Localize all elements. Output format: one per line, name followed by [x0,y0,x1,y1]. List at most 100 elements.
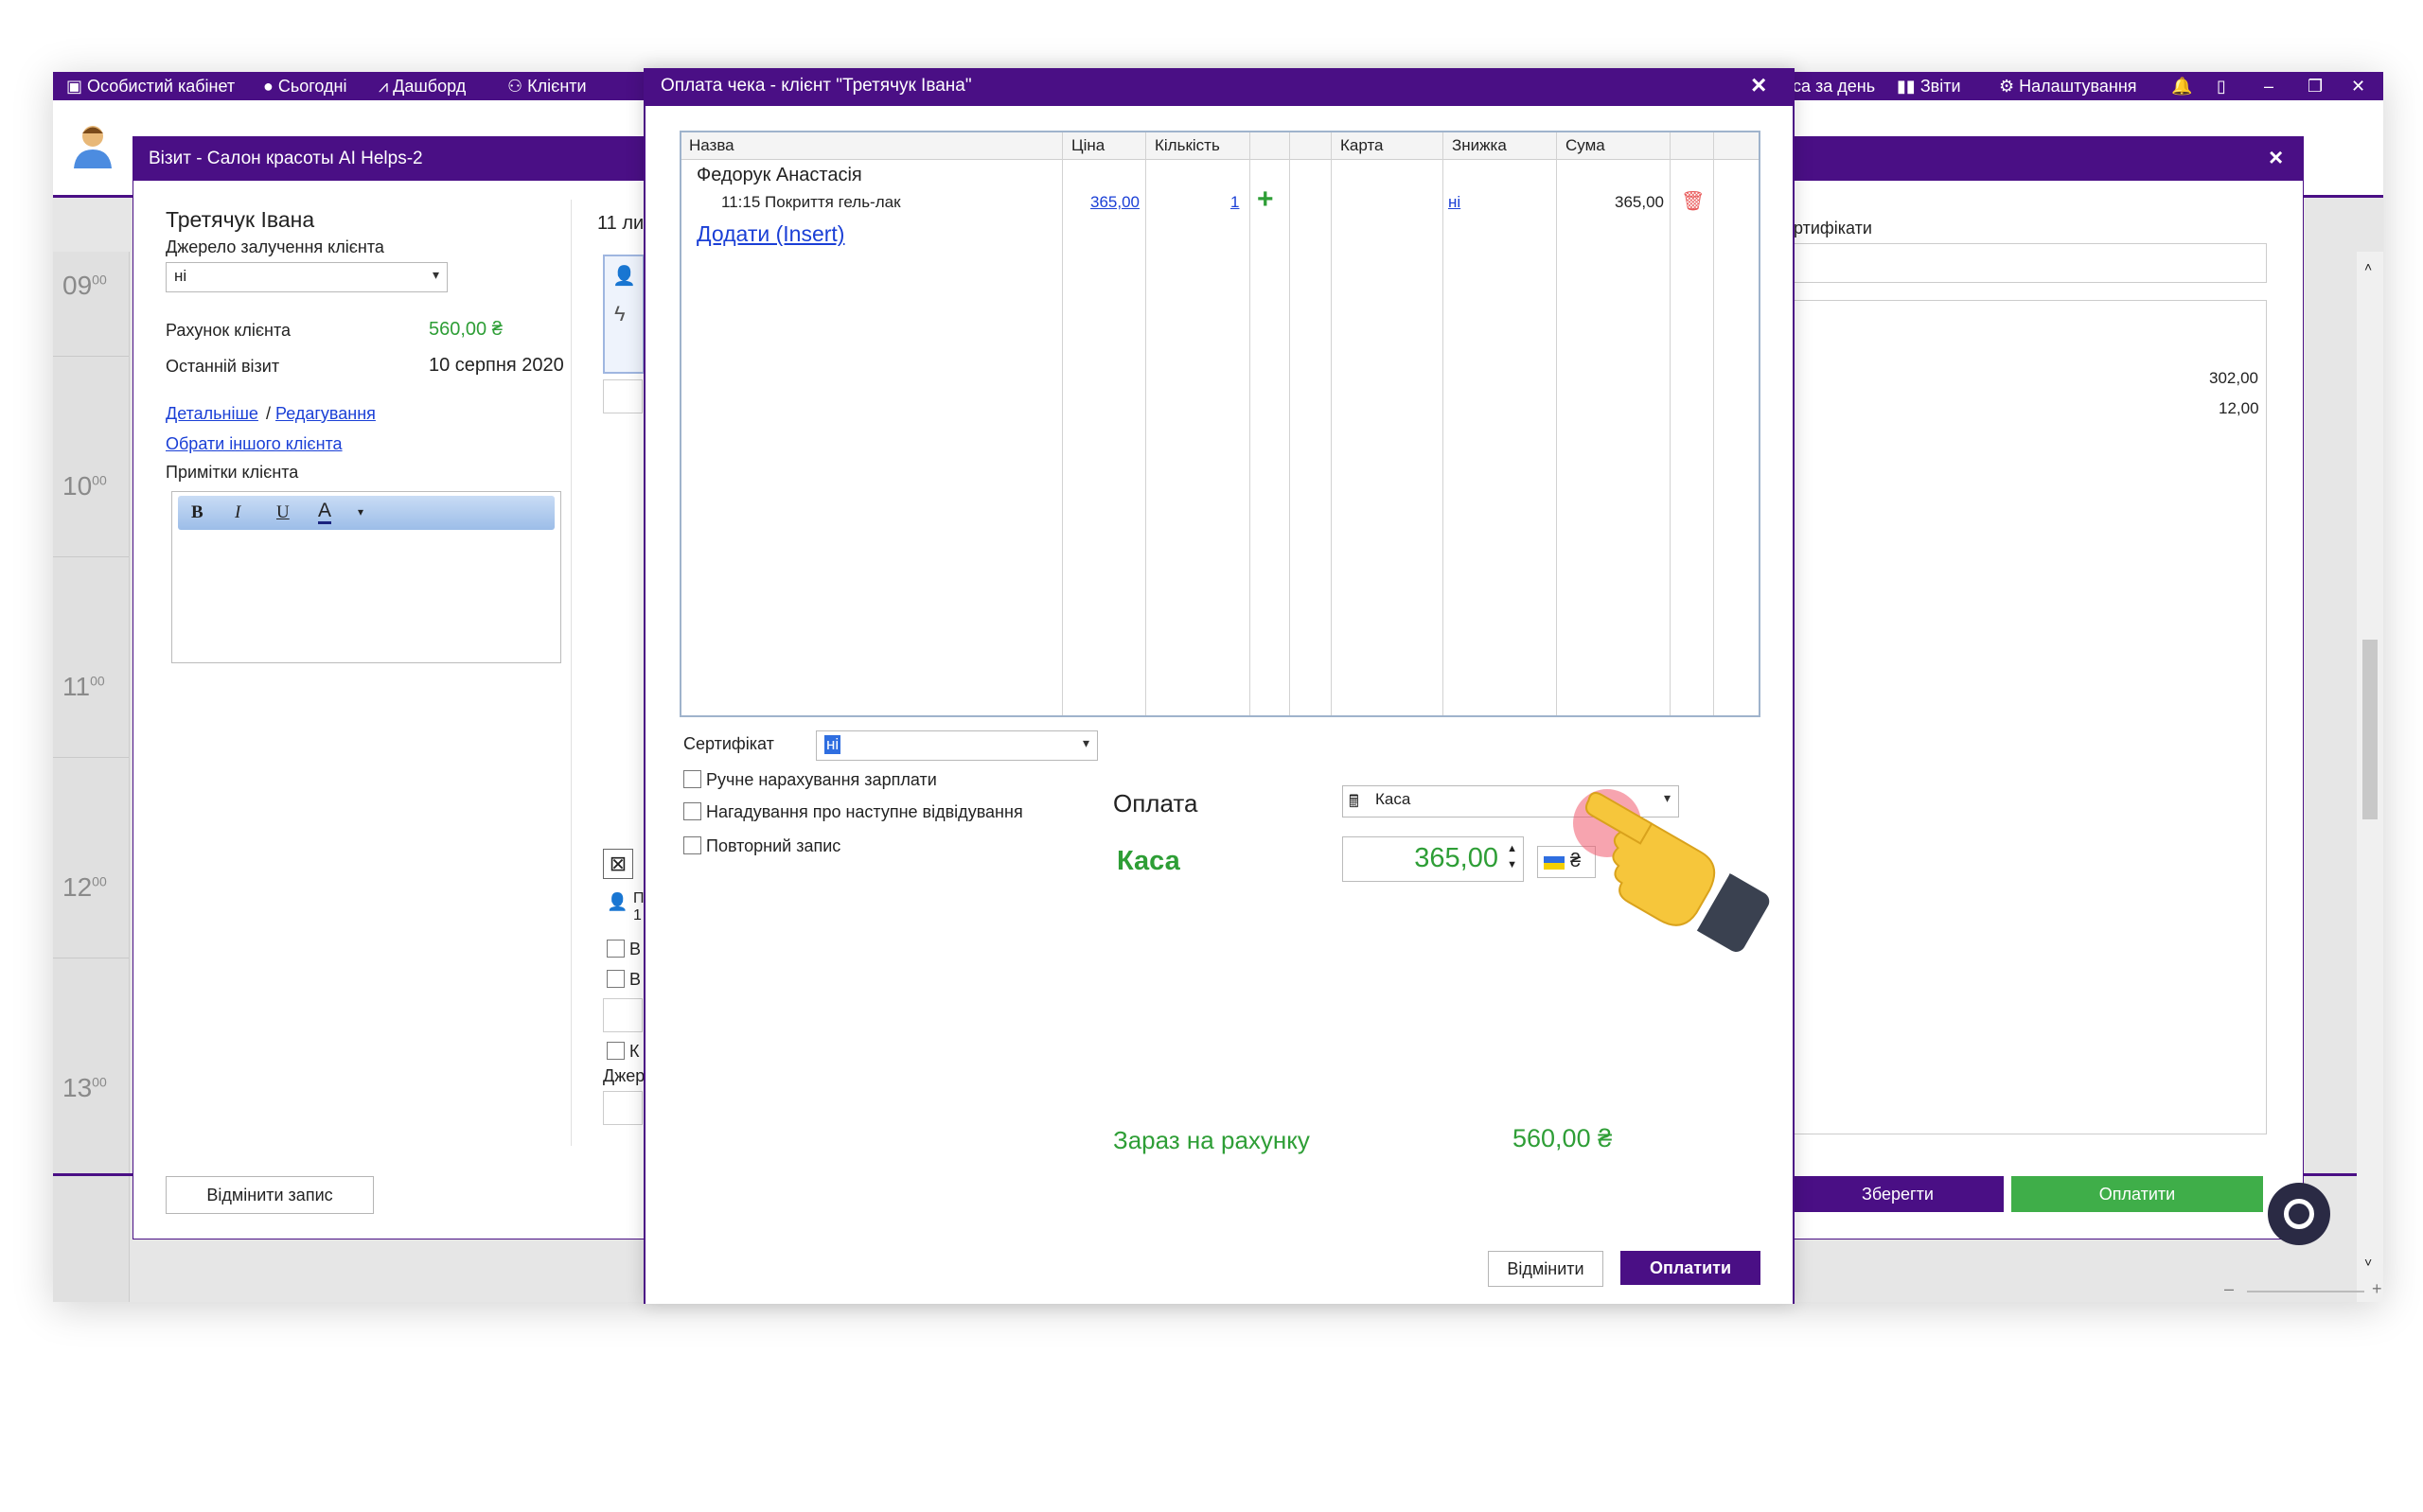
menu-clients[interactable]: ⚇ Клієнти [507,77,587,97]
repeat-record-label: Повторний запис [706,836,841,855]
employee-card[interactable]: 👤 ϟ [603,255,645,374]
edit-link[interactable]: Редагування [275,404,376,424]
visit-date-partial: 11 ли [597,213,645,234]
column-divider [1062,132,1063,715]
menu-today[interactable]: ● Сьогодні [263,77,347,97]
repeat-record-checkbox[interactable] [683,836,701,854]
menu-cash-day[interactable]: са за день [1793,77,1875,97]
menu-reports[interactable]: ▮▮ Звіти [1897,77,1961,97]
master-name: Федорук Анастасія [697,165,862,185]
notes-label: Примітки клієнта [166,463,299,482]
pay-button[interactable]: Оплатити [1620,1251,1760,1285]
zoom-out-icon[interactable]: – [2224,1279,2234,1299]
partial-checkbox[interactable] [607,940,625,958]
balance-value: 560,00 ₴ [1512,1124,1613,1152]
menu-cabinet-label: Особистий кабінет [87,77,236,96]
payment-label: Оплата [1113,789,1198,818]
partial-input[interactable] [603,998,643,1032]
details-link[interactable]: Детальніше [166,404,258,424]
menu-dashboard[interactable]: ⩘ Дашборд [379,77,466,97]
amount-stepper-icon[interactable]: ▲ ▼ [1507,841,1517,873]
certificate-label: Сертифікат [683,734,774,753]
chat-button[interactable] [2268,1183,2330,1245]
cash-amount-input[interactable]: 365,00 ▲ ▼ [1342,836,1524,882]
hour-label: 1100 [62,672,105,701]
partial-letter: 1 [633,907,642,923]
receipt-table: Назва Ціна Кількість Карта Знижка Сума Ф… [680,131,1760,717]
discount-link[interactable]: ні [1448,193,1460,212]
column-divider [1145,132,1146,715]
service-name: 11:15 Покриття гель-лак [721,193,901,211]
underline-button[interactable]: U [276,502,290,523]
lightning-icon: ϟ [614,302,626,325]
menu-today-label: Сьогодні [277,77,347,96]
cancel-button[interactable]: Відмінити [1488,1251,1603,1287]
zoom-slider[interactable] [2247,1291,2364,1292]
price-link[interactable]: 365,00 [1090,193,1140,212]
payment-title-bar: Оплата чека - клієнт "Третячук Івана" × [646,68,1793,106]
file-icon[interactable]: ▯ [2217,77,2226,97]
link-separator: / [266,404,272,423]
column-header: Кількість [1155,136,1220,154]
column-header: Назва [689,136,734,154]
menu-cabinet[interactable]: ▣ Особистий кабінет [66,77,235,97]
column-divider [1331,132,1332,715]
receipt-table-header: Назва Ціна Кількість Карта Знижка Сума [681,132,1759,160]
color-dropdown-icon[interactable]: ▾ [358,505,363,519]
visit-pay-button[interactable]: Оплатити [2011,1176,2263,1212]
menu-settings-label: Налаштування [2019,77,2137,96]
partial-checkbox[interactable] [607,1042,625,1060]
minimize-icon[interactable]: – [2264,77,2273,97]
zoom-in-icon[interactable]: + [2372,1279,2382,1299]
partial-letter: Джер [603,1066,646,1085]
notes-toolbar: B I U A ▾ [178,496,555,530]
bell-icon[interactable]: 🔔 [2171,77,2192,97]
add-quantity-icon[interactable]: + [1257,184,1274,216]
next-visit-reminder-checkbox[interactable] [683,802,701,820]
save-button[interactable]: Зберегти [1792,1176,2004,1212]
cancel-record-button[interactable]: Відмінити запис [166,1176,374,1214]
column-divider [1556,132,1557,715]
source-select-value: ні [174,267,187,285]
summary-panel: 302,00 12,00 [1792,300,2267,1134]
choose-other-client-link[interactable]: Обрати іншого клієнта [166,434,343,454]
partial-letter: В [629,970,642,989]
bold-button[interactable]: B [191,502,203,523]
certificate-select[interactable]: ні ▾ [816,730,1098,761]
notes-editor[interactable]: B I U A ▾ [171,491,561,663]
vertical-scrollbar[interactable]: ˄ ˅ [2357,252,2383,1302]
client-name: Третячук Івана [166,207,315,232]
remove-icon[interactable]: ⊠ [603,849,633,879]
hour-divider [53,356,129,357]
font-color-button[interactable]: A [318,501,332,524]
account-value: 560,00 ₴ [429,319,503,340]
partial-checkbox[interactable] [607,970,625,988]
last-visit-label: Останній візит [166,357,280,376]
scroll-up-icon[interactable]: ˄ [2364,259,2372,274]
close-app-icon[interactable]: ✕ [2351,77,2365,97]
italic-button[interactable]: I [235,502,240,523]
partial-input[interactable] [603,1091,643,1125]
restore-icon[interactable]: ❐ [2308,77,2323,97]
scroll-down-icon[interactable]: ˅ [2364,1255,2372,1270]
sum-value: 365,00 [1615,193,1664,211]
add-service-link[interactable]: Додати (Insert) [697,221,844,247]
partial-input[interactable] [603,379,643,413]
last-visit-value: 10 серпня 2020 [429,355,564,376]
manual-salary-label: Ручне нарахування зарплати [706,770,937,789]
manual-salary-checkbox[interactable] [683,770,701,788]
account-label: Рахунок клієнта [166,321,292,340]
scrollbar-thumb[interactable] [2362,640,2378,819]
hour-label: 1300 [62,1073,107,1102]
close-visit-icon[interactable]: × [2269,143,2283,172]
certificates-field[interactable] [1792,243,2267,283]
close-payment-icon[interactable]: × [1751,70,1766,100]
quantity-link[interactable]: 1 [1230,193,1239,212]
menu-settings[interactable]: ⚙ Налаштування [1999,77,2137,97]
chat-icon [2284,1199,2314,1229]
trash-icon[interactable]: 🗑 [1681,189,1705,213]
hour-label: 0900 [62,271,107,300]
payment-dialog: Оплата чека - клієнт "Третячук Івана" × … [644,68,1795,1304]
source-select[interactable]: ні ▾ [166,262,448,292]
next-visit-reminder-label: Нагадування про наступне відвідування [706,802,1023,821]
